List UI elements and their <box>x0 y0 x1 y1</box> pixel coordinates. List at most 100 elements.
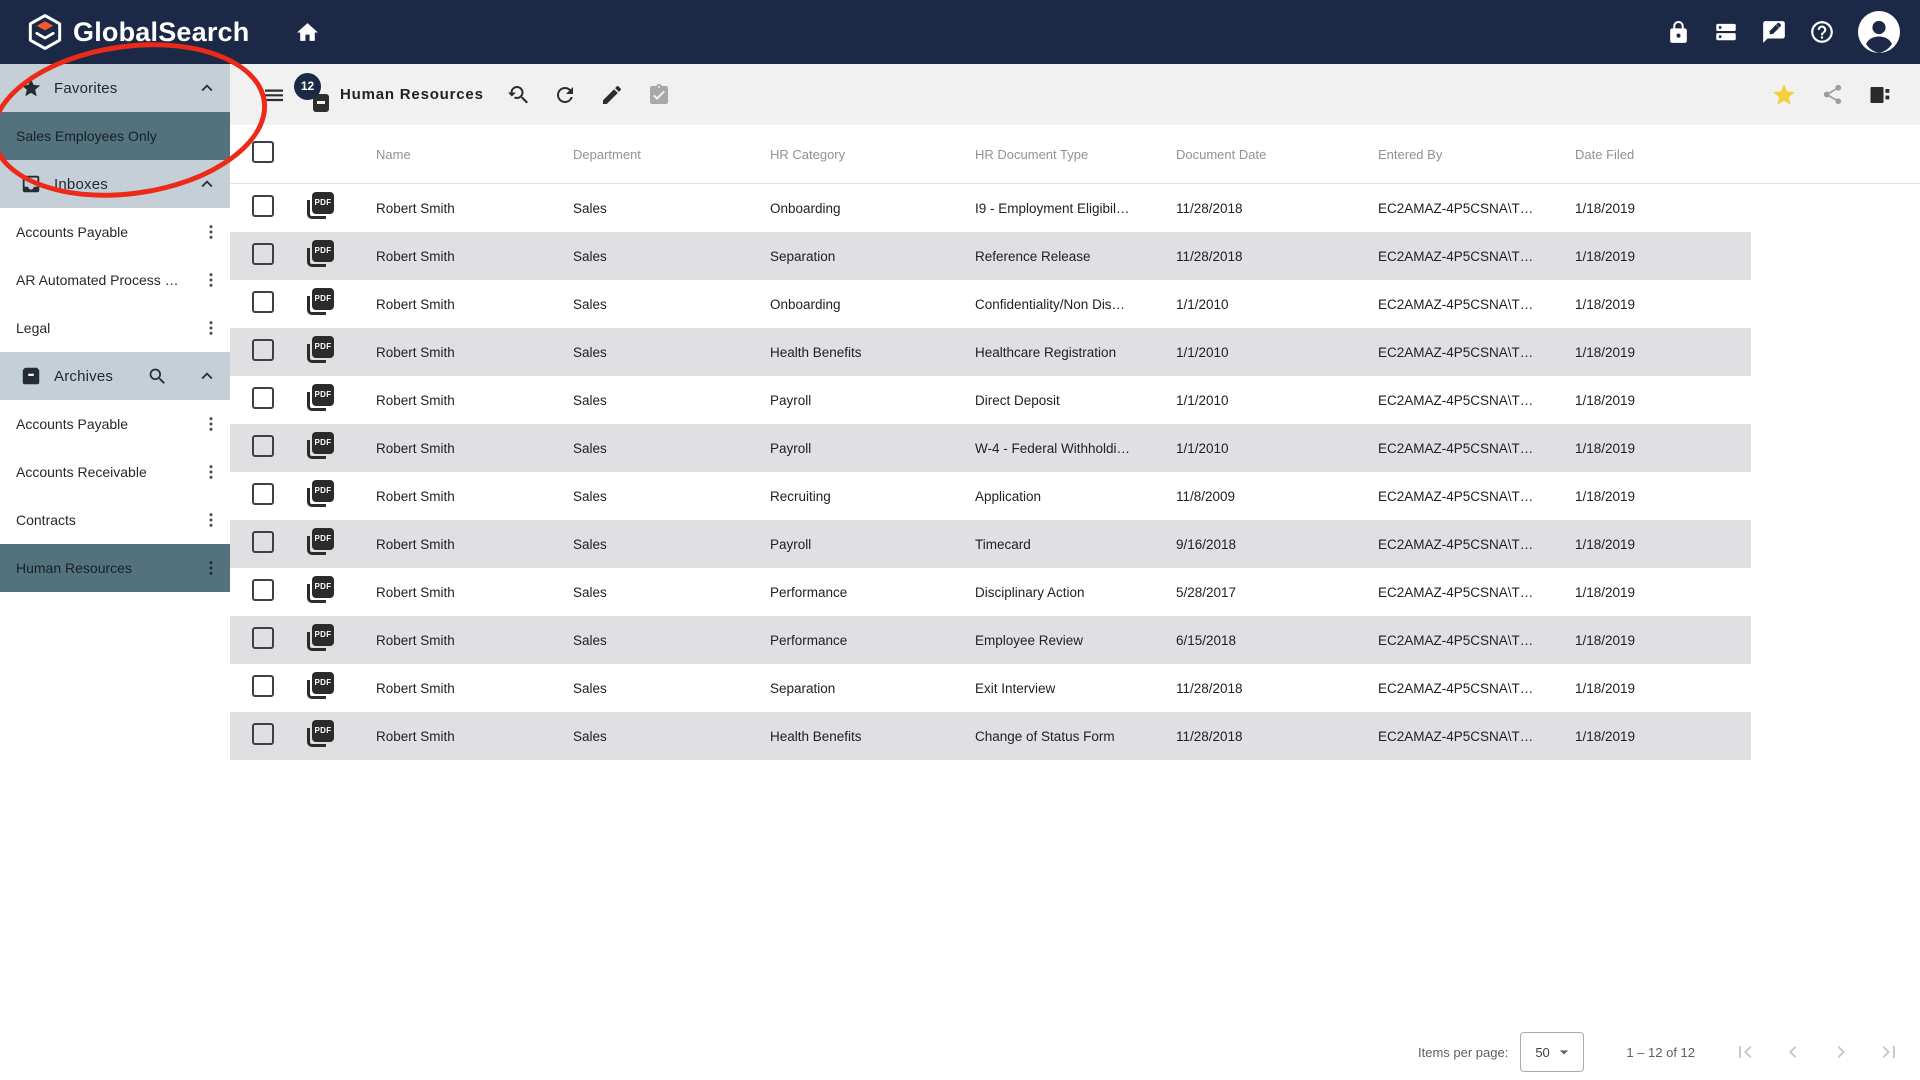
kebab-menu-icon[interactable] <box>202 223 220 241</box>
cell-date-filed: 1/18/2019 <box>1575 249 1751 264</box>
cell-hr-document-type: Healthcare Registration <box>975 345 1176 360</box>
tasks-button[interactable] <box>647 83 671 107</box>
previous-page-button[interactable] <box>1781 1040 1805 1064</box>
share-button[interactable] <box>1821 83 1844 106</box>
kebab-menu-icon[interactable] <box>202 415 220 433</box>
edit-button[interactable] <box>600 83 624 107</box>
lock-button[interactable] <box>1666 20 1691 45</box>
pdf-document-icon[interactable]: PDF <box>306 624 334 652</box>
pdf-document-icon[interactable]: PDF <box>306 240 334 268</box>
cell-name: Robert Smith <box>376 537 573 552</box>
home-button[interactable] <box>295 20 320 45</box>
sidebar-item-sales-employees-only[interactable]: Sales Employees Only <box>0 112 230 160</box>
refresh-icon <box>553 83 577 107</box>
pdf-document-icon[interactable]: PDF <box>306 336 334 364</box>
cell-hr-category: Separation <box>770 249 975 264</box>
account-avatar[interactable] <box>1857 10 1901 54</box>
row-checkbox[interactable] <box>252 243 274 265</box>
edit-pencil-icon <box>600 83 624 107</box>
toggle-panel-button[interactable] <box>1868 83 1892 107</box>
page-size-select[interactable]: 50 <box>1520 1032 1584 1072</box>
sidebar-item-ar-automated-process[interactable]: AR Automated Process … <box>0 256 230 304</box>
refine-search-button[interactable] <box>506 83 530 107</box>
sidebar-item-accounts-payable-inbox[interactable]: Accounts Payable <box>0 208 230 256</box>
cell-department: Sales <box>573 201 770 216</box>
table-row[interactable]: PDF Robert Smith Sales Payroll W-4 - Fed… <box>230 424 1751 472</box>
refresh-button[interactable] <box>553 83 577 107</box>
feedback-button[interactable] <box>1761 19 1787 45</box>
table-row[interactable]: PDF Robert Smith Sales Separation Exit I… <box>230 664 1751 712</box>
column-header-name: Name <box>376 147 573 162</box>
last-page-button[interactable] <box>1877 1040 1901 1064</box>
sidebar-item-legal[interactable]: Legal <box>0 304 230 352</box>
section-label: Archives <box>54 368 113 385</box>
sidebar-item-accounts-receivable[interactable]: Accounts Receivable <box>0 448 230 496</box>
kebab-menu-icon[interactable] <box>202 559 220 577</box>
pdf-document-icon[interactable]: PDF <box>306 480 334 508</box>
table-row[interactable]: PDF Robert Smith Sales Health Benefits H… <box>230 328 1751 376</box>
table-row[interactable]: PDF Robert Smith Sales Performance Emplo… <box>230 616 1751 664</box>
row-checkbox[interactable] <box>252 579 274 601</box>
cell-entered-by: EC2AMAZ-4P5CSNA\T… <box>1378 681 1575 696</box>
row-checkbox[interactable] <box>252 339 274 361</box>
kebab-menu-icon[interactable] <box>202 511 220 529</box>
table-row[interactable]: PDF Robert Smith Sales Payroll Direct De… <box>230 376 1751 424</box>
sidebar-item-human-resources[interactable]: Human Resources <box>0 544 230 592</box>
table-row[interactable]: PDF Robert Smith Sales Onboarding Confid… <box>230 280 1751 328</box>
cell-department: Sales <box>573 489 770 504</box>
row-checkbox[interactable] <box>252 627 274 649</box>
row-checkbox[interactable] <box>252 483 274 505</box>
cell-department: Sales <box>573 345 770 360</box>
refine-search-icon <box>506 83 530 107</box>
favorite-star-button[interactable] <box>1771 82 1797 108</box>
row-checkbox[interactable] <box>252 387 274 409</box>
pdf-document-icon[interactable]: PDF <box>306 672 334 700</box>
star-icon <box>20 77 42 99</box>
cell-document-date: 1/1/2010 <box>1176 393 1378 408</box>
row-checkbox[interactable] <box>252 675 274 697</box>
cell-entered-by: EC2AMAZ-4P5CSNA\T… <box>1378 537 1575 552</box>
pdf-label: PDF <box>312 480 334 502</box>
pdf-document-icon[interactable]: PDF <box>306 288 334 316</box>
row-checkbox[interactable] <box>252 531 274 553</box>
table-row[interactable]: PDF Robert Smith Sales Health Benefits C… <box>230 712 1751 760</box>
cell-document-date: 9/16/2018 <box>1176 537 1378 552</box>
pdf-document-icon[interactable]: PDF <box>306 384 334 412</box>
pdf-label: PDF <box>312 672 334 694</box>
help-button[interactable] <box>1809 19 1835 45</box>
pdf-document-icon[interactable]: PDF <box>306 720 334 748</box>
next-page-button[interactable] <box>1829 1040 1853 1064</box>
pdf-document-icon[interactable]: PDF <box>306 432 334 460</box>
pdf-document-icon[interactable]: PDF <box>306 192 334 220</box>
row-checkbox[interactable] <box>252 195 274 217</box>
search-icon[interactable] <box>147 366 168 387</box>
kebab-menu-icon[interactable] <box>202 463 220 481</box>
cell-hr-category: Performance <box>770 633 975 648</box>
cell-entered-by: EC2AMAZ-4P5CSNA\T… <box>1378 729 1575 744</box>
select-all-checkbox[interactable] <box>252 141 274 163</box>
cell-entered-by: EC2AMAZ-4P5CSNA\T… <box>1378 489 1575 504</box>
chevron-up-icon[interactable] <box>196 365 218 387</box>
queues-button[interactable] <box>1713 19 1739 45</box>
chevron-up-icon[interactable] <box>196 173 218 195</box>
first-page-button[interactable] <box>1733 1040 1757 1064</box>
sidebar-section-inboxes[interactable]: Inboxes <box>0 160 230 208</box>
sidebar-section-favorites[interactable]: Favorites <box>0 64 230 112</box>
kebab-menu-icon[interactable] <box>202 271 220 289</box>
table-row[interactable]: PDF Robert Smith Sales Separation Refere… <box>230 232 1751 280</box>
pdf-document-icon[interactable]: PDF <box>306 528 334 556</box>
table-row[interactable]: PDF Robert Smith Sales Onboarding I9 - E… <box>230 184 1751 232</box>
sidebar-section-archives[interactable]: Archives <box>0 352 230 400</box>
row-checkbox[interactable] <box>252 291 274 313</box>
table-row[interactable]: PDF Robert Smith Sales Payroll Timecard … <box>230 520 1751 568</box>
chevron-up-icon[interactable] <box>196 77 218 99</box>
kebab-menu-icon[interactable] <box>202 319 220 337</box>
pdf-document-icon[interactable]: PDF <box>306 576 334 604</box>
row-checkbox[interactable] <box>252 435 274 457</box>
table-row[interactable]: PDF Robert Smith Sales Recruiting Applic… <box>230 472 1751 520</box>
row-checkbox[interactable] <box>252 723 274 745</box>
results-menu-button[interactable] <box>262 83 286 107</box>
table-row[interactable]: PDF Robert Smith Sales Performance Disci… <box>230 568 1751 616</box>
sidebar-item-accounts-payable-archive[interactable]: Accounts Payable <box>0 400 230 448</box>
sidebar-item-contracts[interactable]: Contracts <box>0 496 230 544</box>
